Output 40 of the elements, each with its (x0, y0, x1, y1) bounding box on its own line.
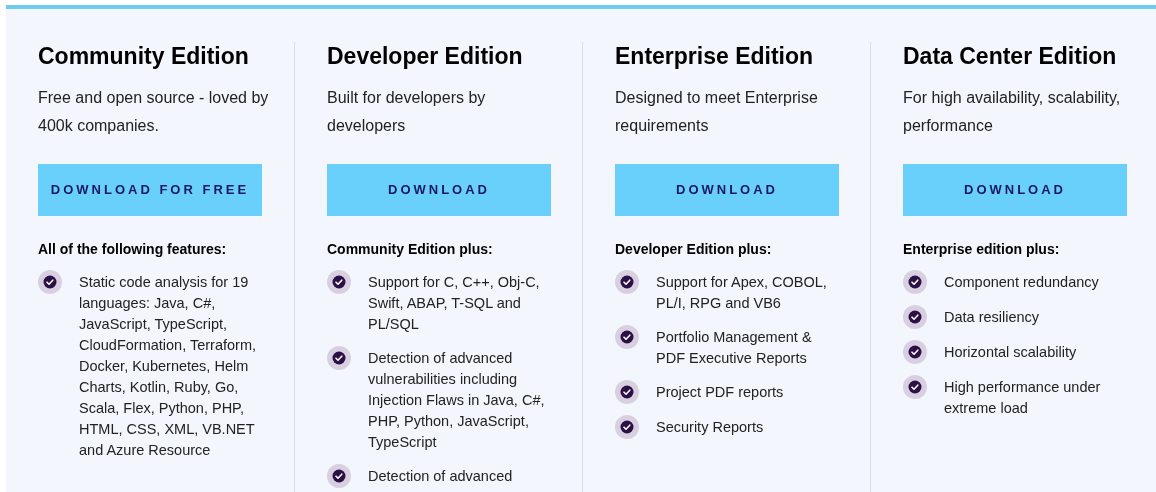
features-heading: Enterprise edition plus: (903, 240, 1061, 258)
edition-description: For high availability, scalability, performance (903, 88, 1122, 136)
download-button[interactable]: DOWNLOAD (327, 164, 551, 216)
feature-text: High performance under extreme load (944, 378, 1102, 418)
edition-description: Free and open source - loved by 400k companies. (38, 88, 270, 136)
edition-title: Community Edition (38, 42, 250, 70)
check-circle-icon (327, 270, 351, 294)
feature-text: Security Reports (656, 418, 765, 437)
feature-text: Support for C, C++, Obj-C, Swift, ABAP, T-SQL and PL/SQL (368, 273, 541, 334)
feature-text: Static code analysis for 19 languages: Java, C#, JavaScript, TypeScript, CloudFormation, Terraform, Docker, Kubernetes, Helm Charts, Kotlin, Ruby, Go, Scala, Flex, Python, PHP, HTML, CSS, XML, VB.NET and Azure Resource (79, 273, 258, 460)
check-circle-icon (903, 375, 927, 399)
check-circle-icon (615, 380, 639, 404)
features-heading: Community Edition plus: (327, 240, 494, 258)
check-circle-icon (903, 305, 927, 329)
feature-text: Support for Apex, COBOL, PL/I, RPG and VB6 (656, 273, 828, 313)
check-circle-icon (327, 346, 351, 370)
feature-text: Project PDF reports (656, 383, 785, 402)
features-heading: All of the following features: (38, 240, 228, 258)
feature-text: Portfolio Management & PDF Executive Reports (656, 328, 813, 368)
feature-text: Data resiliency (944, 308, 1041, 327)
check-circle-icon (615, 415, 639, 439)
edition-title: Data Center Edition (903, 42, 1118, 70)
feature-text: Detection of advanced vulnerabilities including Injection Flaws in Java, C#, PHP, Python, JavaScript, TypeScript (368, 349, 546, 452)
download-button[interactable]: DOWNLOAD FOR FREE (38, 164, 262, 216)
check-circle-icon (615, 325, 639, 349)
feature-text: Component redundancy (944, 273, 1100, 292)
download-button[interactable]: DOWNLOAD (615, 164, 839, 216)
edition-description: Built for developers by developers (327, 88, 487, 136)
download-button[interactable]: DOWNLOAD (903, 164, 1127, 216)
feature-text: Detection of advanced (368, 467, 514, 486)
features-heading: Developer Edition plus: (615, 240, 773, 258)
edition-title: Enterprise Edition (615, 42, 815, 70)
check-circle-icon (903, 340, 927, 364)
check-circle-icon (327, 464, 351, 488)
check-circle-icon (615, 270, 639, 294)
check-circle-icon (903, 270, 927, 294)
feature-text: Horizontal scalability (944, 343, 1078, 362)
edition-description: Designed to meet Enterprise requirements (615, 88, 819, 136)
edition-title: Developer Edition (327, 42, 524, 70)
check-circle-icon (38, 270, 62, 294)
